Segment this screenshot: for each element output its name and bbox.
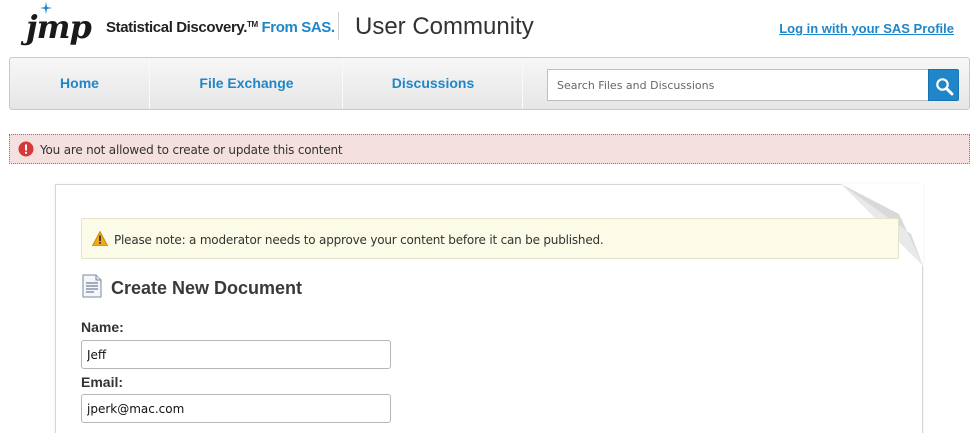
search-input[interactable] <box>547 69 928 101</box>
search-box <box>547 69 959 101</box>
warning-icon <box>92 231 108 246</box>
error-icon <box>18 141 34 157</box>
nav-home[interactable]: Home <box>10 58 149 109</box>
site-header: jmp Statistical Discovery.TM From SAS. U… <box>0 0 979 56</box>
tagline: Statistical Discovery.TM From SAS. <box>106 19 335 36</box>
nav-file-exchange[interactable]: File Exchange <box>151 58 342 109</box>
document-icon <box>82 274 102 298</box>
main-nav: Home File Exchange Discussions <box>9 57 970 110</box>
nav-separator <box>149 58 150 109</box>
nav-discussions[interactable]: Discussions <box>344 58 522 109</box>
header-divider <box>338 12 339 40</box>
email-field[interactable] <box>81 394 391 423</box>
document-form-panel: Please note: a moderator needs to approv… <box>55 184 923 433</box>
nav-separator <box>522 58 523 109</box>
email-label: Email: <box>81 374 124 390</box>
tagline-brand: From SAS. <box>261 19 335 36</box>
tagline-main: Statistical Discovery. <box>106 19 247 36</box>
notice-text: Please note: a moderator needs to approv… <box>114 233 604 247</box>
search-button[interactable] <box>928 69 959 101</box>
error-banner: You are not allowed to create or update … <box>9 134 970 164</box>
name-field[interactable] <box>81 340 391 369</box>
logo-text: jmp <box>26 8 92 46</box>
jmp-logo[interactable]: jmp <box>26 2 92 46</box>
login-link[interactable]: Log in with your SAS Profile <box>779 21 954 36</box>
tagline-tm: TM <box>247 20 258 29</box>
error-message: You are not allowed to create or update … <box>40 143 343 157</box>
site-title: User Community <box>355 13 534 40</box>
page-title: Create New Document <box>111 278 303 298</box>
logo-star-icon <box>40 2 52 14</box>
name-label: Name: <box>81 319 124 335</box>
moderation-notice: Please note: a moderator needs to approv… <box>81 218 899 259</box>
nav-separator <box>342 58 343 109</box>
search-icon <box>936 78 954 96</box>
